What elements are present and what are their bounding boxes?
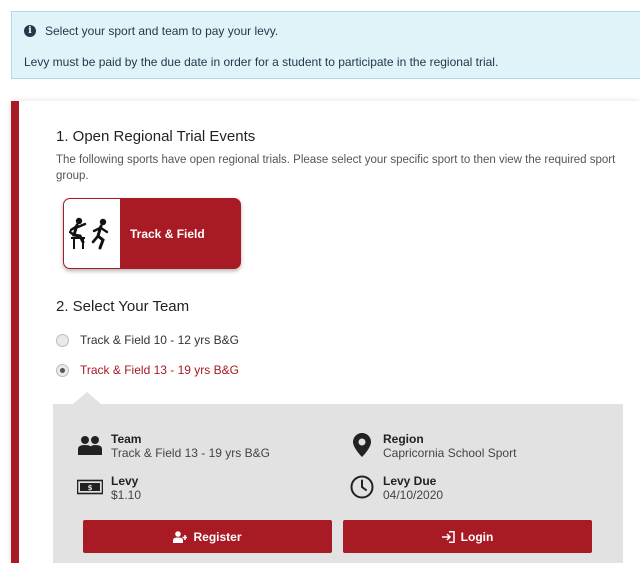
login-label: Login: [460, 529, 494, 544]
team-details-panel: Team Track & Field 13 - 19 yrs B&G Regio…: [53, 392, 623, 563]
alert-message: Select your sport and team to pay your l…: [45, 24, 279, 38]
clock-icon: [349, 475, 375, 499]
map-marker-icon: [349, 433, 375, 457]
cash-icon: $: [77, 475, 103, 499]
levy-card: 1. Open Regional Trial Events The follow…: [11, 101, 640, 563]
info-alert: i Select your sport and team to pay your…: [11, 11, 640, 79]
step1-description: The following sports have open regional …: [56, 154, 616, 182]
team-field: Team Track & Field 13 - 19 yrs B&G: [77, 433, 270, 460]
team-option-label: Track & Field 13 - 19 yrs B&G: [80, 363, 239, 377]
region-value: Capricornia School Sport: [383, 446, 517, 460]
levy-due-value: 04/10/2020: [383, 488, 444, 502]
radio-button[interactable]: [56, 333, 69, 347]
sport-tile-track-field[interactable]: Track & Field: [63, 198, 241, 269]
athletics-icon: [64, 199, 120, 268]
alert-detail: Levy must be paid by the due date in ord…: [24, 55, 499, 69]
radio-button-selected[interactable]: [56, 363, 69, 377]
region-field: Region Capricornia School Sport: [349, 433, 516, 460]
sport-tile-label: Track & Field: [130, 226, 205, 241]
region-label: Region: [383, 432, 424, 446]
levy-value: $1.10: [111, 488, 142, 502]
team-option-label: Track & Field 10 - 12 yrs B&G: [80, 333, 239, 347]
user-plus-icon: [173, 530, 188, 543]
step1-heading: 1. Open Regional Trial Events: [56, 128, 256, 145]
team-label: Team: [111, 432, 142, 446]
levy-due-field: Levy Due 04/10/2020: [349, 475, 443, 502]
levy-label: Levy: [111, 474, 139, 488]
register-button[interactable]: Register: [83, 520, 332, 553]
login-button[interactable]: Login: [343, 520, 592, 553]
step2-heading: 2. Select Your Team: [56, 298, 190, 315]
info-icon: i: [24, 25, 36, 37]
alert-line-1: i Select your sport and team to pay your…: [24, 24, 278, 38]
svg-text:$: $: [88, 484, 93, 492]
team-option-13-19[interactable]: Track & Field 13 - 19 yrs B&G: [56, 363, 239, 377]
levy-field: $ Levy $1.10: [77, 475, 141, 502]
team-option-10-12[interactable]: Track & Field 10 - 12 yrs B&G: [56, 333, 239, 347]
team-icon: [77, 433, 103, 457]
levy-due-label: Levy Due: [383, 474, 437, 488]
register-label: Register: [193, 529, 242, 544]
team-value: Track & Field 13 - 19 yrs B&G: [111, 446, 270, 460]
sign-in-icon: [441, 530, 455, 543]
